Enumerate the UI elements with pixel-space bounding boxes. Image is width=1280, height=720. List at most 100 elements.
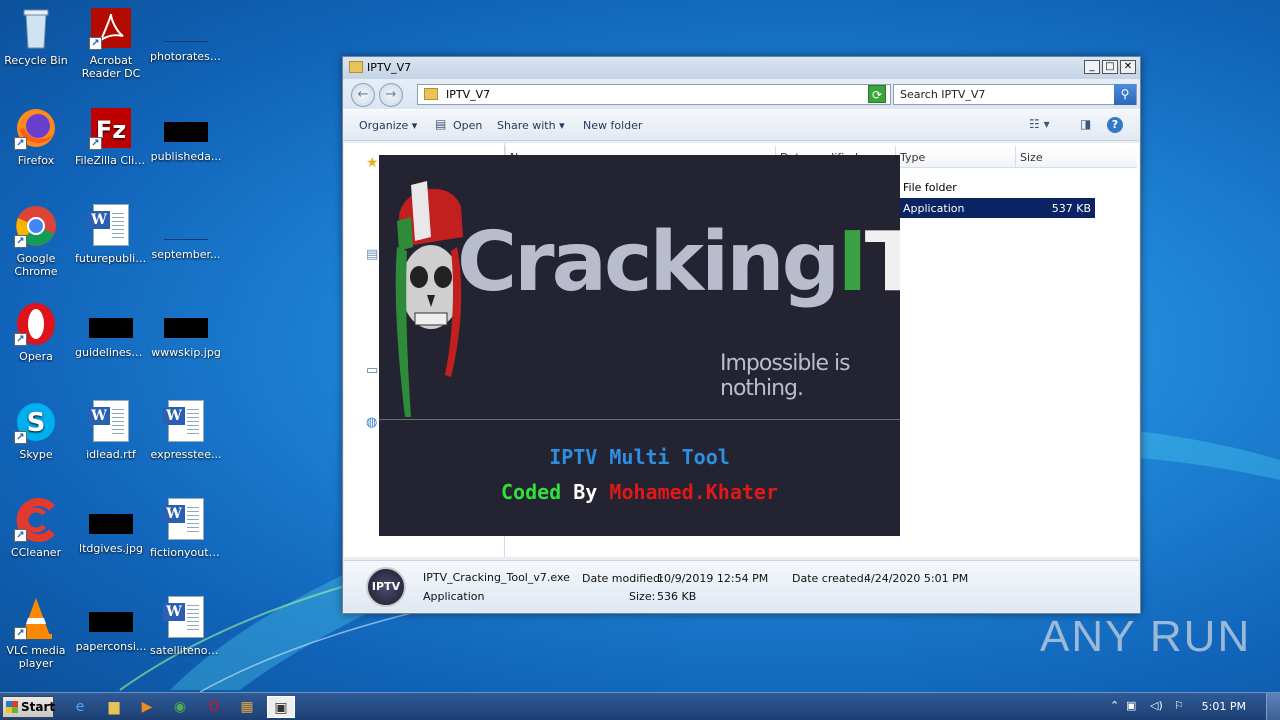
- address-path[interactable]: IPTV_V7: [446, 88, 490, 101]
- redacted-thumbnail: [89, 514, 133, 534]
- minimize-button[interactable]: _: [1084, 60, 1100, 74]
- desktop-icon-filezilla[interactable]: Fz ↗ FileZilla Client: [73, 106, 149, 167]
- preview-pane-icon[interactable]: ◨: [1080, 117, 1091, 131]
- forward-button[interactable]: →: [379, 83, 403, 107]
- iptv-app-icon: IPTV: [366, 567, 406, 607]
- svg-text:S: S: [27, 408, 46, 438]
- window-titlebar[interactable]: IPTV_V7 _ □ ✕: [343, 57, 1140, 79]
- address-bar[interactable]: IPTV_V7 ▼: [417, 84, 891, 105]
- media-player-icon[interactable]: ▶: [133, 696, 161, 718]
- start-button[interactable]: Start: [2, 696, 56, 718]
- iptv-taskbar-button[interactable]: ▣: [267, 696, 295, 718]
- refresh-icon[interactable]: ⟳: [868, 85, 886, 103]
- winrar-icon[interactable]: ▦: [233, 696, 261, 718]
- redacted-thumbnail: [89, 612, 133, 632]
- desktop-icon-fictionyouth[interactable]: W fictionyouth...: [148, 498, 224, 559]
- file-row-application[interactable]: Application 537 KB: [899, 198, 1095, 218]
- details-filetype: Application: [423, 590, 485, 603]
- clock[interactable]: 5:01 PM: [1202, 700, 1246, 713]
- desktop-icon-publisheda[interactable]: publisheda...: [148, 106, 224, 163]
- help-icon[interactable]: ?: [1107, 117, 1123, 133]
- chrome-taskbar-icon[interactable]: ◉: [166, 696, 194, 718]
- favorites-star-icon[interactable]: ★: [366, 155, 379, 171]
- logo-cracking: Cracking: [457, 215, 840, 310]
- window-title: IPTV_V7: [367, 61, 412, 74]
- desktop-icon-ltdgives[interactable]: ltdgives.jpg: [73, 498, 149, 555]
- windows-logo-icon: [6, 701, 18, 713]
- credits-by: By: [573, 480, 598, 504]
- desktop-icon-google-chrome[interactable]: ↗ Google Chrome: [0, 204, 74, 278]
- desktop-icon-vlc[interactable]: ↗ VLC media player: [0, 596, 74, 670]
- start-label: Start: [21, 700, 56, 714]
- organize-menu[interactable]: Organize ▾: [359, 119, 417, 132]
- explorer-taskbar-icon[interactable]: ▆: [100, 696, 128, 718]
- desktop-icon-ccleaner[interactable]: ↗ CCleaner: [0, 498, 74, 559]
- network-icon[interactable]: ◍: [366, 415, 377, 430]
- details-size: 536 KB: [657, 590, 697, 603]
- libraries-icon[interactable]: ▤: [366, 247, 378, 262]
- flag-icon[interactable]: ⚐: [1174, 699, 1184, 712]
- logo-letter-i: I: [837, 215, 867, 310]
- folder-icon: [424, 88, 438, 100]
- desktop-icon-paperconsi[interactable]: paperconsi...: [73, 596, 149, 653]
- back-button[interactable]: ←: [351, 83, 375, 107]
- row-size: 537 KB: [1051, 202, 1091, 215]
- view-options-icon[interactable]: ☷ ▾: [1029, 117, 1050, 131]
- file-row-folder[interactable]: File folder: [899, 179, 1099, 197]
- open-button[interactable]: Open: [453, 119, 482, 132]
- details-date-modified-label: Date modified:: [582, 572, 664, 585]
- chrome-icon: ↗: [14, 204, 58, 248]
- open-icon: ▤: [435, 117, 447, 131]
- redacted-thumbnail: [89, 318, 133, 338]
- word-document-icon: W: [163, 400, 204, 442]
- ccleaner-icon: ↗: [14, 498, 58, 542]
- desktop-icon-firefox[interactable]: ↗ Firefox: [0, 106, 74, 167]
- details-date-created: 4/24/2020 5:01 PM: [864, 572, 969, 585]
- search-input[interactable]: Search IPTV_V7: [900, 88, 985, 101]
- details-pane: IPTV IPTV_Cracking_Tool_v7.exe Date modi…: [344, 560, 1139, 612]
- opera-taskbar-icon[interactable]: O: [200, 696, 228, 718]
- details-size-label: Size:: [629, 590, 656, 603]
- desktop-icon-wwwskip[interactable]: wwwskip.jpg: [148, 302, 224, 359]
- cracking-italy-logo: CrackingITALY: [457, 215, 900, 310]
- computer-icon[interactable]: ▭: [366, 363, 378, 378]
- share-with-menu[interactable]: Share with ▾: [497, 119, 565, 132]
- taskbar: Start e ▆ ▶ ◉ O ▦ ▣ ⌃ ▣ ◁) ⚐ 5:01 PM: [0, 692, 1280, 720]
- desktop-icon-satellitenote[interactable]: W satellitenote...: [148, 596, 224, 657]
- word-document-icon: W: [88, 204, 129, 246]
- column-size[interactable]: Size: [1015, 146, 1095, 168]
- search-icon[interactable]: ⚲: [1114, 84, 1136, 105]
- command-toolbar: Organize ▾ ▤ Open Share with ▾ New folde…: [343, 109, 1140, 141]
- desktop-icon-photorates[interactable]: photorates....: [148, 6, 224, 63]
- word-document-icon: W: [163, 596, 204, 638]
- image-thumbnail: [164, 22, 208, 42]
- desktop-icon-skype[interactable]: S ↗ Skype: [0, 400, 74, 461]
- share-with-label: Share with: [497, 119, 556, 132]
- new-folder-button[interactable]: New folder: [583, 119, 642, 132]
- details-date-modified: 10/9/2019 12:54 PM: [657, 572, 769, 585]
- splash-tagline: Impossible is nothing.: [720, 351, 851, 401]
- volume-icon[interactable]: ◁): [1150, 699, 1163, 712]
- show-desktop-button[interactable]: [1266, 693, 1280, 720]
- internet-explorer-icon[interactable]: e: [66, 696, 94, 718]
- search-box[interactable]: Search IPTV_V7 ⚲: [893, 84, 1137, 105]
- desktop-icon-recycle-bin[interactable]: Recycle Bin: [0, 6, 74, 67]
- desktop-icon-idlead[interactable]: W idlead.rtf: [73, 400, 149, 461]
- desktop-icon-opera[interactable]: ↗ Opera: [0, 302, 74, 363]
- cracking-italy-splash[interactable]: CrackingITALY Impossible is nothing. IPT…: [379, 155, 900, 536]
- tray-expand-icon[interactable]: ⌃: [1110, 699, 1119, 712]
- logo-letter-t: T: [865, 215, 900, 310]
- column-type[interactable]: Type: [895, 146, 1015, 168]
- desktop-icon-september[interactable]: september...: [148, 204, 224, 261]
- opera-icon: ↗: [14, 302, 58, 346]
- desktop-icon-acrobat[interactable]: ↗ Acrobat Reader DC: [73, 6, 149, 80]
- desktop-icon-guidelinesau[interactable]: guidelinesau...: [73, 302, 149, 359]
- desktop-icon-expresstee[interactable]: W expresstee...: [148, 400, 224, 461]
- credits-author: Mohamed.Khater: [609, 480, 778, 504]
- image-thumbnail: [164, 220, 208, 240]
- details-filename: IPTV_Cracking_Tool_v7.exe: [423, 571, 570, 584]
- close-button[interactable]: ✕: [1120, 60, 1136, 74]
- maximize-button[interactable]: □: [1102, 60, 1118, 74]
- desktop-icon-futurepublic[interactable]: W futurepublic...: [73, 204, 149, 265]
- action-center-icon[interactable]: ▣: [1126, 699, 1136, 712]
